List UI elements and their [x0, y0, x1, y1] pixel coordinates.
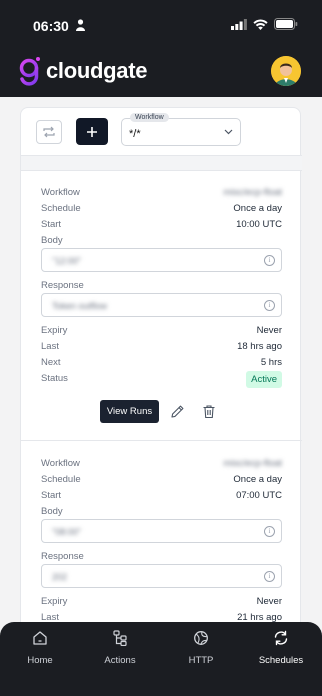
expiry-label: Expiry [41, 596, 68, 607]
info-icon[interactable]: i [264, 255, 275, 266]
last-value: 21 hrs ago [237, 612, 282, 622]
start-value: 07:00 UTC [236, 490, 282, 501]
nav-actions-label: Actions [104, 655, 136, 666]
expiry-value: Never [256, 325, 282, 336]
next-value: 5 hrs [260, 357, 282, 368]
body-value: "08:00" [52, 527, 81, 537]
workflow-value: misc/ecp-float [223, 458, 282, 469]
signal-icon [231, 18, 247, 30]
home-icon [33, 631, 47, 645]
nav-schedules[interactable]: Schedules [251, 630, 311, 670]
body-label: Body [41, 235, 63, 246]
workflow-value: misc/ecp-float [223, 187, 282, 198]
expiry-value: Never [256, 596, 282, 607]
status-label: Status [41, 373, 68, 384]
divider [21, 440, 302, 441]
schedule-value: Once a day [233, 474, 282, 485]
schedule-label: Schedule [41, 474, 81, 485]
workflow-label: Workflow [41, 187, 80, 198]
response-label: Response [41, 280, 84, 291]
last-label: Last [41, 341, 59, 352]
plus-icon [87, 126, 97, 137]
nav-http-label: HTTP [188, 655, 214, 666]
info-icon[interactable]: i [264, 571, 275, 582]
chevron-down-icon [224, 129, 233, 135]
nav-home-label: Home [27, 655, 53, 666]
avatar-image [271, 56, 301, 86]
refresh-button[interactable] [36, 120, 62, 144]
start-value: 10:00 UTC [236, 219, 282, 230]
person-icon [76, 19, 85, 31]
info-icon[interactable]: i [264, 526, 275, 537]
workflow-label: Workflow [41, 458, 80, 469]
list-header [21, 155, 302, 171]
avatar[interactable] [271, 56, 301, 86]
bottom-nav: Home Actions HTTP Schedules [0, 622, 322, 696]
pencil-icon[interactable] [170, 404, 185, 419]
schedule-label: Schedule [41, 203, 81, 214]
expiry-label: Expiry [41, 325, 68, 336]
workflow-filter-label: Workflow [130, 113, 169, 122]
start-label: Start [41, 490, 62, 501]
schedules-content: Workflow */* Workflow misc/ecp-float Sch… [0, 97, 322, 622]
workflow-filter-select[interactable]: Workflow */* [121, 113, 241, 146]
schedule-value: Once a day [233, 203, 282, 214]
start-label: Start [41, 219, 62, 230]
item-actions: View Runs [100, 400, 230, 424]
body-field[interactable]: "08:00" i [41, 519, 282, 543]
refresh-icon [274, 630, 288, 646]
status-time: 06:30 [33, 18, 69, 34]
last-label: Last [41, 612, 59, 622]
response-field[interactable]: Token outflow i [41, 293, 282, 317]
logo[interactable]: cloudgate [18, 56, 148, 86]
toolbar: Workflow */* [21, 108, 302, 155]
body-field[interactable]: "12:00" i [41, 248, 282, 272]
nav-actions[interactable]: Actions [90, 630, 150, 670]
response-field[interactable]: 202 i [41, 564, 282, 588]
response-label: Response [41, 551, 84, 562]
nav-home[interactable]: Home [10, 630, 70, 670]
app-header: cloudgate [0, 50, 322, 97]
last-value: 18 hrs ago [237, 341, 282, 352]
response-value: 202 [52, 572, 68, 582]
status-bar: 06:30 [0, 0, 322, 50]
view-runs-button[interactable]: View Runs [100, 400, 159, 423]
app-name: cloudgate [46, 58, 148, 83]
body-value: "12:00" [52, 256, 81, 266]
battery-icon [274, 18, 298, 30]
response-value: Token outflow [52, 301, 108, 311]
globe-icon [194, 631, 208, 645]
refresh-icon [43, 126, 55, 138]
hierarchy-icon [113, 630, 127, 646]
wifi-icon [253, 19, 268, 30]
status-badge: Active [246, 371, 282, 388]
workflow-filter-value: */* [129, 128, 141, 140]
add-schedule-button[interactable] [76, 118, 108, 145]
schedules-card: Workflow */* Workflow misc/ecp-float Sch… [20, 107, 302, 622]
info-icon[interactable]: i [264, 300, 275, 311]
trash-icon[interactable] [202, 404, 216, 419]
next-label: Next [41, 357, 61, 368]
logo-icon [19, 57, 40, 86]
nav-schedules-label: Schedules [258, 655, 304, 666]
nav-http[interactable]: HTTP [171, 630, 231, 670]
body-label: Body [41, 506, 63, 517]
